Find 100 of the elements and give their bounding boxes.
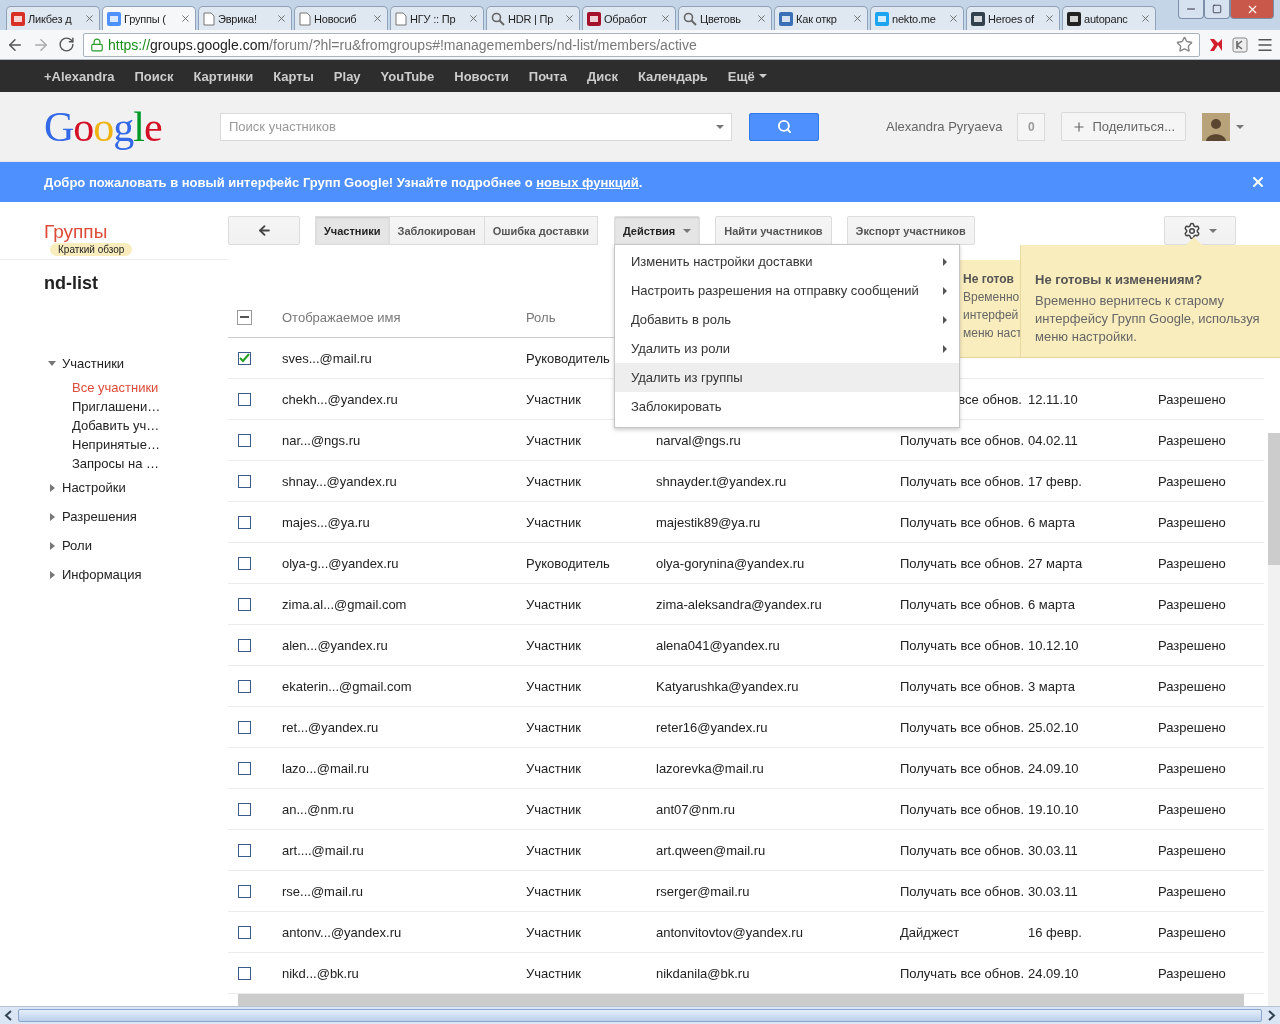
star-icon[interactable] <box>1176 36 1193 53</box>
expand-icon[interactable] <box>50 483 55 492</box>
row-checkbox[interactable] <box>238 515 251 529</box>
browser-tab[interactable]: Ликбез д <box>6 6 100 30</box>
minimize-button[interactable] <box>1178 0 1204 19</box>
close-icon[interactable] <box>180 13 191 24</box>
reload-icon[interactable] <box>58 36 75 53</box>
google-bar-link[interactable]: Новости <box>444 68 519 84</box>
expand-icon[interactable] <box>48 361 56 366</box>
browser-tab[interactable]: Как откр <box>774 6 868 30</box>
caret-icon[interactable] <box>1236 124 1244 129</box>
row-checkbox[interactable] <box>238 433 251 447</box>
close-icon[interactable] <box>276 13 287 24</box>
address-field[interactable]: https://groups.google.com/forum/?hl=ru&fromgroups#!managemembers/nd-list/members/active <box>83 32 1200 57</box>
scrollbar[interactable] <box>1268 433 1280 1006</box>
menu-item[interactable]: Изменить настройки доставки <box>614 247 959 276</box>
close-button[interactable] <box>1230 0 1274 19</box>
column-header[interactable]: Отображаемое имя <box>282 309 526 325</box>
close-icon[interactable] <box>1250 174 1266 190</box>
row-checkbox[interactable] <box>238 925 251 939</box>
browser-tab[interactable]: НГУ :: Пр <box>390 6 484 30</box>
google-bar-link[interactable]: YouTube <box>370 68 445 84</box>
extension-icon[interactable] <box>1208 36 1224 53</box>
actions-button[interactable]: Действия <box>613 216 701 245</box>
sidebar-item[interactable]: Непринятые… <box>48 435 228 454</box>
close-icon[interactable] <box>948 13 959 24</box>
share-button[interactable]: Поделиться... <box>1061 112 1186 141</box>
google-bar-link[interactable]: Календарь <box>627 68 718 84</box>
row-checkbox[interactable] <box>238 351 251 365</box>
browser-tab[interactable]: autopanc <box>1062 6 1156 30</box>
menu-item[interactable]: Добавить в роль <box>614 305 959 334</box>
scrollbar[interactable] <box>238 994 1244 1006</box>
browser-tab[interactable]: HDR | Пр <box>486 6 580 30</box>
close-icon[interactable] <box>84 13 95 24</box>
sidebar-item[interactable]: Все участники <box>48 378 228 397</box>
user-name[interactable]: Alexandra Pyryaeva <box>886 119 1003 134</box>
caret-icon[interactable] <box>716 124 724 129</box>
scroll-thumb[interactable] <box>18 1009 1262 1022</box>
sidebar-item[interactable]: Добавить уч… <box>48 416 228 435</box>
sidebar-item[interactable]: Приглашени… <box>48 397 228 416</box>
close-icon[interactable] <box>852 13 863 24</box>
sidebar-item[interactable]: Участники <box>62 356 125 371</box>
view-tab[interactable]: Участники <box>315 216 390 245</box>
row-checkbox[interactable] <box>238 843 251 857</box>
row-checkbox[interactable] <box>238 720 251 734</box>
row-checkbox[interactable] <box>238 884 251 898</box>
expand-icon[interactable] <box>50 541 55 550</box>
google-bar-link[interactable]: +Alexandra <box>34 68 125 84</box>
browser-tab[interactable]: nekto.me <box>870 6 964 30</box>
browser-tab[interactable]: Эврика! <box>198 6 292 30</box>
google-bar-link[interactable]: Карты <box>263 68 324 84</box>
row-checkbox[interactable] <box>238 761 251 775</box>
close-icon[interactable] <box>564 13 575 24</box>
browser-tab[interactable]: Новосиб <box>294 6 388 30</box>
sidebar-item[interactable]: Роли <box>62 538 92 553</box>
view-tab[interactable]: Заблокирован <box>388 216 485 245</box>
extension-icon[interactable] <box>1232 36 1248 53</box>
close-icon[interactable] <box>372 13 383 24</box>
row-checkbox[interactable] <box>238 966 251 980</box>
google-bar-link[interactable]: Картинки <box>183 68 264 84</box>
more-menu[interactable]: Ещё <box>717 68 777 84</box>
expand-icon[interactable] <box>50 512 55 521</box>
view-tab[interactable]: Ошибка доставки <box>483 216 598 245</box>
row-checkbox[interactable] <box>238 474 251 488</box>
expand-icon[interactable] <box>50 570 55 579</box>
row-checkbox[interactable] <box>238 679 251 693</box>
find-members-button[interactable]: Найти участников <box>715 216 832 245</box>
row-checkbox[interactable] <box>238 597 251 611</box>
scroll-thumb[interactable] <box>1268 433 1280 565</box>
search-button[interactable] <box>749 112 819 141</box>
browser-tab[interactable]: Обработ <box>582 6 676 30</box>
sidebar-item[interactable]: Разрешения <box>62 509 137 524</box>
browser-tab[interactable]: Цветовь <box>678 6 772 30</box>
google-bar-link[interactable]: Почта <box>518 68 577 84</box>
row-checkbox[interactable] <box>238 638 251 652</box>
close-icon[interactable] <box>756 13 767 24</box>
groups-title[interactable]: Группы <box>44 221 108 242</box>
row-checkbox[interactable] <box>238 802 251 816</box>
select-all-checkbox[interactable] <box>237 309 252 325</box>
sidebar-item[interactable]: Запросы на … <box>48 454 228 473</box>
row-checkbox[interactable] <box>238 556 251 570</box>
menu-item[interactable]: Удалить из группы <box>614 363 959 392</box>
browser-tab[interactable]: Группы ( <box>102 6 196 30</box>
menu-item[interactable]: Удалить из роли <box>614 334 959 363</box>
maximize-button[interactable] <box>1204 0 1230 19</box>
export-members-button[interactable]: Экспорт участников <box>846 216 975 245</box>
sidebar-item[interactable]: Настройки <box>62 480 126 495</box>
close-icon[interactable] <box>660 13 671 24</box>
close-icon[interactable] <box>1044 13 1055 24</box>
google-bar-link[interactable]: Диск <box>576 68 628 84</box>
browser-tab[interactable]: Heroes of <box>966 6 1060 30</box>
sidebar-item[interactable]: Информация <box>62 567 142 582</box>
search-field[interactable]: Поиск участников <box>220 112 732 141</box>
menu-item[interactable]: Настроить разрешения на отправку сообщений <box>614 276 959 305</box>
menu-item[interactable]: Заблокировать <box>614 392 959 421</box>
close-icon[interactable] <box>468 13 479 24</box>
row-checkbox[interactable] <box>238 392 251 406</box>
close-icon[interactable] <box>1140 13 1151 24</box>
avatar[interactable] <box>1202 112 1230 141</box>
settings-button[interactable] <box>1164 216 1236 245</box>
